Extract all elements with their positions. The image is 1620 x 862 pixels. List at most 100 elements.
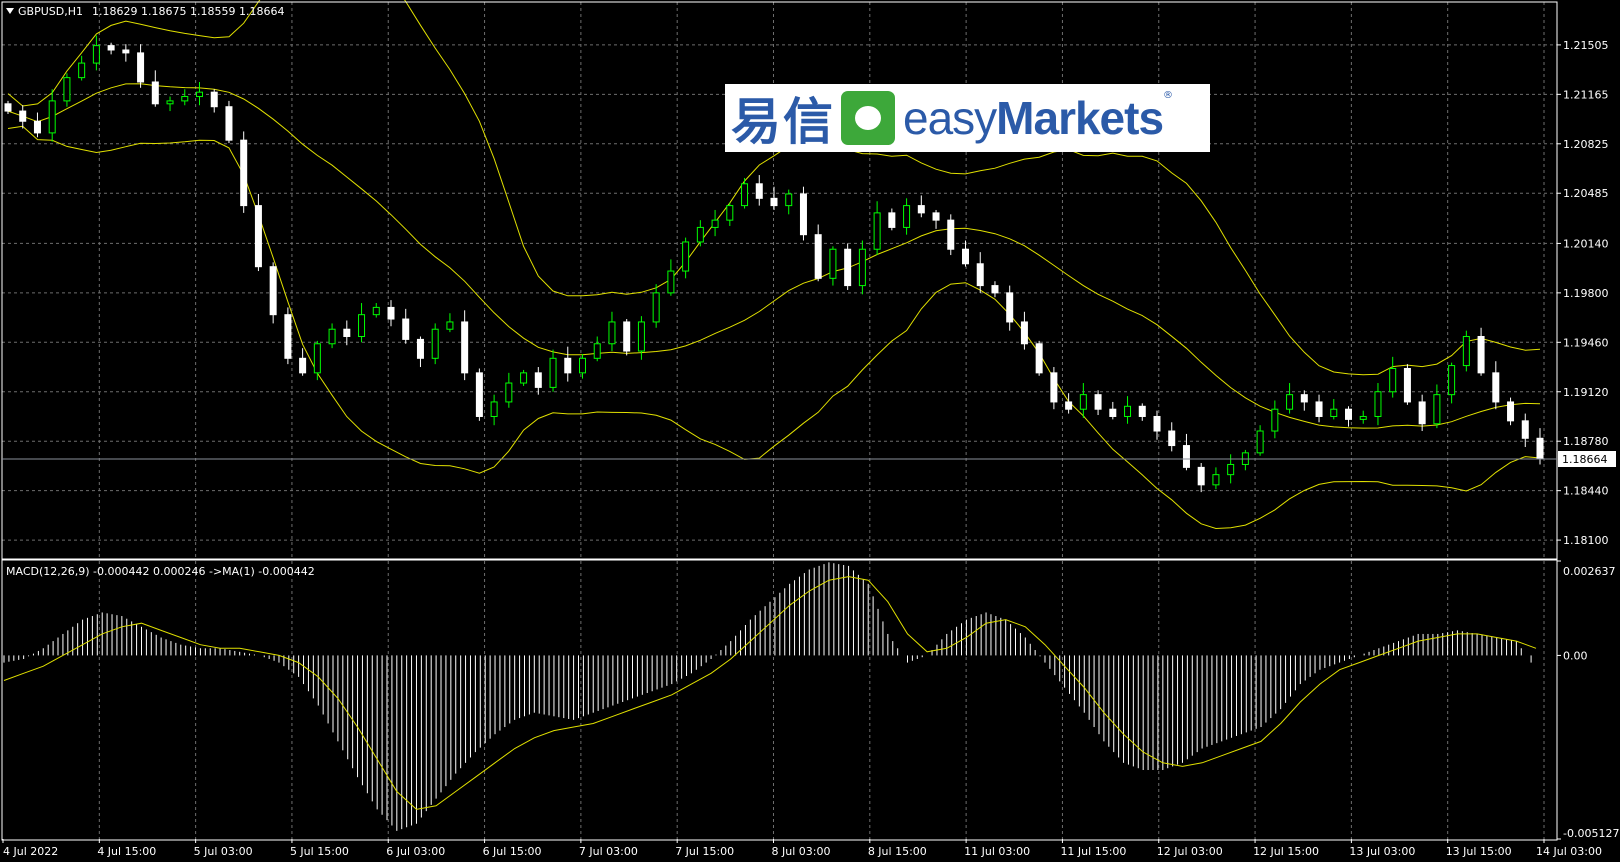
bull-candle <box>181 96 189 102</box>
easymarkets-logo: 易信 easyMarkets ® <box>725 84 1210 152</box>
price-tick-label: 1.19800 <box>1563 287 1609 300</box>
bull-candle <box>696 226 704 243</box>
bull-candle <box>579 357 586 374</box>
bull-candle <box>431 328 439 359</box>
bear-candle <box>299 357 307 374</box>
bear-candle <box>947 219 955 250</box>
bear-candle <box>1477 335 1485 374</box>
bull-candle <box>1359 415 1367 420</box>
bull-candle <box>505 382 513 403</box>
bear-candle <box>755 183 763 199</box>
bull-candle <box>652 292 660 323</box>
bear-candle <box>991 285 999 294</box>
bull-candle <box>1462 335 1470 367</box>
macd-tick-label: 0.00 <box>1563 649 1588 662</box>
logo-registered-mark: ® <box>1163 90 1174 101</box>
bear-candle <box>475 372 483 417</box>
price-tick-label: 1.19120 <box>1563 386 1609 399</box>
bull-candle <box>608 321 616 345</box>
logo-easy: easy <box>903 92 997 144</box>
macd-label: MACD(12,26,9) -0.000442 0.000246 ->MA(1)… <box>6 565 315 578</box>
bear-candle <box>844 248 852 287</box>
bull-candle <box>313 343 321 374</box>
bull-candle <box>903 205 911 228</box>
price-tick-label: 1.20825 <box>1563 138 1609 151</box>
bull-candle <box>1212 474 1220 486</box>
bear-candle <box>1521 420 1529 439</box>
bull-candle <box>1374 391 1382 417</box>
bear-candle <box>151 81 159 105</box>
bear-candle <box>1065 401 1073 410</box>
bear-candle <box>122 49 130 54</box>
bear-candle <box>1418 401 1426 425</box>
time-tick-label: 4 Jul 15:00 <box>97 845 156 858</box>
bull-candle <box>63 77 71 102</box>
bull-candle <box>726 205 734 221</box>
bull-candle <box>1448 365 1456 396</box>
bear-candle <box>254 205 262 268</box>
bull-candle <box>446 321 454 330</box>
bear-candle <box>269 266 277 316</box>
bear-candle <box>1403 367 1411 403</box>
bear-candle <box>1536 437 1544 460</box>
logo-chinese-text: 易信 <box>731 93 835 151</box>
bear-candle <box>1182 445 1190 468</box>
bear-candle <box>4 103 12 112</box>
bull-candle <box>328 328 336 345</box>
price-tick-label: 1.21165 <box>1563 88 1609 101</box>
price-tick-label: 1.19460 <box>1563 336 1609 349</box>
bear-candle <box>1315 401 1323 417</box>
symbol-label: GBPUSD,H1 <box>18 5 83 18</box>
bear-candle <box>402 318 410 340</box>
bull-candle <box>873 212 881 250</box>
bear-candle <box>1094 394 1102 410</box>
bear-candle <box>888 212 896 228</box>
logo-mark-icon <box>841 91 895 145</box>
time-tick-label: 13 Jul 03:00 <box>1349 845 1415 858</box>
bull-candle <box>48 100 56 134</box>
bull-candle <box>637 321 645 352</box>
bear-candle <box>1345 408 1352 420</box>
bull-candle <box>829 248 837 279</box>
logo-markets: Markets <box>996 92 1164 144</box>
bear-candle <box>107 45 115 51</box>
ohlc-label: 1.18629 1.18675 1.18559 1.18664 <box>92 5 284 18</box>
bear-candle <box>284 314 292 359</box>
bear-candle <box>1153 415 1161 432</box>
bear-candle <box>1138 405 1146 417</box>
bear-candle <box>1020 321 1028 345</box>
price-tick-label: 1.20140 <box>1563 237 1609 250</box>
bear-candle <box>387 306 395 320</box>
bull-candle <box>1124 405 1132 417</box>
bear-candle <box>564 357 572 374</box>
bear-candle <box>225 106 233 141</box>
bear-candle <box>623 321 631 352</box>
bear-candle <box>461 321 469 374</box>
bull-candle <box>682 241 690 272</box>
bear-candle <box>1050 372 1058 403</box>
bull-candle <box>1227 463 1235 476</box>
bull-candle <box>1389 367 1397 393</box>
bull-candle <box>520 372 528 384</box>
time-tick-label: 11 Jul 15:00 <box>1060 845 1126 858</box>
bull-candle <box>549 357 557 388</box>
bear-candle <box>1492 372 1500 403</box>
time-tick-label: 5 Jul 15:00 <box>290 845 349 858</box>
time-tick-label: 11 Jul 03:00 <box>964 845 1030 858</box>
time-tick-label: 6 Jul 03:00 <box>386 845 445 858</box>
time-tick-label: 5 Jul 03:00 <box>194 845 253 858</box>
time-tick-label: 7 Jul 15:00 <box>675 845 734 858</box>
price-tick-label: 1.21505 <box>1563 39 1609 52</box>
bear-candle <box>976 263 984 287</box>
bull-candle <box>358 314 366 337</box>
bear-candle <box>210 91 218 108</box>
bear-candle <box>962 248 969 265</box>
bear-candle <box>416 338 424 359</box>
macd-tick-label: -0.005127 <box>1563 827 1619 840</box>
bull-candle <box>1433 394 1441 425</box>
bear-candle <box>1168 430 1176 447</box>
bear-candle <box>534 372 542 388</box>
bull-candle <box>372 306 380 316</box>
bull-candle <box>78 62 86 79</box>
time-tick-label: 6 Jul 15:00 <box>483 845 542 858</box>
